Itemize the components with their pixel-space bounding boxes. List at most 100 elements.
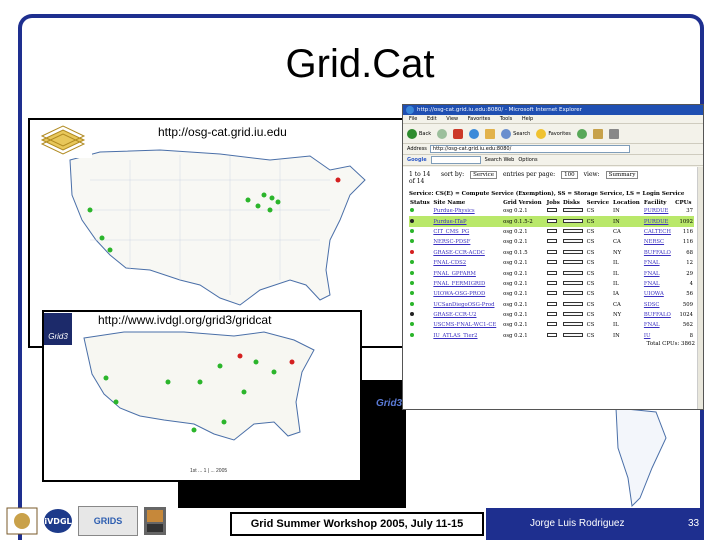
forward-button[interactable] <box>437 128 448 139</box>
site-link[interactable]: UIOWA-OSG-PROD <box>433 291 485 297</box>
site-row[interactable]: GRASE-CCR-U2 osg 0.2.1 CS NY BUFFALO 1024 <box>409 310 694 320</box>
site-link[interactable]: UCSanDiegoOSG-Prod <box>433 302 494 308</box>
col-service[interactable]: Service <box>586 200 612 206</box>
disks-indicator <box>563 260 583 265</box>
site-row[interactable]: CIT_CMS_PG osg 0.2.1 CS CA CALTECH 116 <box>409 227 694 237</box>
site-link[interactable]: FNAL-CDS2 <box>433 260 466 266</box>
facility-link[interactable]: PURDUE <box>644 219 669 225</box>
col-grid-version[interactable]: Grid Version <box>502 200 546 206</box>
menu-view[interactable]: View <box>446 116 458 122</box>
col-jobs[interactable]: Jobs <box>546 200 562 206</box>
favorites-button[interactable]: Favorites <box>536 128 571 139</box>
print-button[interactable] <box>608 128 619 139</box>
site-row[interactable]: Purdue-Physics osg 0.2.1 CS IN PURDUE 37 <box>409 206 694 216</box>
cpus-cell: 56 <box>674 289 694 299</box>
site-link[interactable]: GRASE-CCR-U2 <box>433 312 476 318</box>
site-link[interactable]: Purdue-ITaP <box>433 219 466 225</box>
status-cell <box>409 248 432 258</box>
site-row[interactable]: UCSanDiegoOSG-Prod osg 0.2.1 CS CA SDSC 509 <box>409 300 694 310</box>
col-location[interactable]: Location <box>612 200 643 206</box>
facility-link[interactable]: BUFFALO <box>644 312 671 318</box>
facility-link[interactable]: BUFFALO <box>644 250 671 256</box>
cpus-cell-text: 8 <box>689 332 693 339</box>
google-label: Google <box>407 157 427 163</box>
facility-link[interactable]: FNAL <box>644 260 660 266</box>
site-row[interactable]: GRASE-CCR-ACDC osg 0.1.5 CS NY BUFFALO 68 <box>409 248 694 258</box>
location-cell-text: CA <box>613 301 621 308</box>
refresh-button[interactable] <box>469 128 480 139</box>
disks-cell <box>562 310 586 320</box>
disks-indicator <box>563 208 583 213</box>
menu-favorites[interactable]: Favorites <box>468 116 491 122</box>
site-link[interactable]: FNAL_GPFARM <box>433 271 476 277</box>
search-button[interactable]: Search <box>501 128 530 139</box>
site-link[interactable]: IU_ATLAS_Tier2 <box>433 333 477 339</box>
jobs-indicator <box>546 280 557 285</box>
site-link[interactable]: GRASE-CCR-ACDC <box>433 250 485 256</box>
address-input[interactable]: http://osg-cat.grid.iu.edu:8080/ <box>429 145 630 153</box>
facility-link[interactable]: PURDUE <box>644 208 669 214</box>
site-row[interactable]: FNAL_GPFARM osg 0.2.1 CS IL FNAL 29 <box>409 268 694 278</box>
site-row[interactable]: Purdue-ITaP osg 0.1.5-2 CS IN PURDUE 1092 <box>409 216 694 227</box>
options-button[interactable]: Options <box>518 157 537 163</box>
history-icon <box>576 128 587 139</box>
facility-link[interactable]: NERSC <box>644 239 664 245</box>
disks-cell <box>562 300 586 310</box>
site-row[interactable]: UIOWA-OSG-PROD osg 0.2.1 CS IA UIOWA 56 <box>409 289 694 299</box>
menu-file[interactable]: File <box>409 116 417 122</box>
facility-link[interactable]: SDSC <box>644 302 660 308</box>
service-cell: CS <box>586 206 612 216</box>
page-scrollbar[interactable] <box>697 167 703 409</box>
mail-button[interactable] <box>592 128 603 139</box>
site-link[interactable]: FNAL_FERMIGRID <box>433 281 485 287</box>
site-name-cell: Purdue-Physics <box>432 206 502 216</box>
browser-menubar: File Edit View Favorites Tools Help <box>403 115 703 124</box>
site-row[interactable]: NERSC-PDSF osg 0.2.1 CS CA NERSC 116 <box>409 237 694 247</box>
facility-link[interactable]: CALTECH <box>644 229 671 235</box>
disks-cell <box>562 289 586 299</box>
per-page-select[interactable]: 100 <box>561 171 578 179</box>
facility-cell: PURDUE <box>643 206 674 216</box>
menu-tools[interactable]: Tools <box>500 116 512 122</box>
service-cell: CS <box>586 289 612 299</box>
facility-link[interactable]: FNAL <box>644 322 660 328</box>
site-row[interactable]: IU_ATLAS_Tier2 osg 0.2.1 CS IN IU 8 <box>409 331 694 341</box>
site-link[interactable]: Purdue-Physics <box>433 208 474 214</box>
location-cell-text: IL <box>613 270 619 277</box>
facility-link[interactable]: IU <box>644 333 651 339</box>
menu-edit[interactable]: Edit <box>427 116 437 122</box>
site-row[interactable]: FNAL_FERMIGRID osg 0.2.1 CS IL FNAL 4 <box>409 279 694 289</box>
facility-link[interactable]: FNAL <box>644 281 660 287</box>
back-arrow-icon <box>407 128 417 139</box>
grid-version-cell-text: osg 0.2.1 <box>503 332 528 339</box>
facility-link[interactable]: FNAL <box>644 271 660 277</box>
site-link[interactable]: CIT_CMS_PG <box>433 229 469 235</box>
grid-version-cell-text: osg 0.2.1 <box>503 228 528 235</box>
stop-button[interactable] <box>453 128 464 139</box>
google-search-input[interactable] <box>430 156 481 164</box>
col-status[interactable]: Status <box>409 200 432 206</box>
jobs-indicator <box>546 312 557 317</box>
view-select[interactable]: Summary <box>605 171 639 179</box>
facility-cell: SDSC <box>643 300 674 310</box>
mail-icon <box>592 128 603 139</box>
cpus-cell: 116 <box>674 237 694 247</box>
sort-select[interactable]: Service <box>470 171 497 179</box>
site-link[interactable]: USCMS-FNAL-WC1-CE <box>433 322 496 328</box>
osg-cat-url[interactable]: http://osg-cat.grid.iu.edu <box>158 125 287 139</box>
search-web-button[interactable]: Search Web <box>485 157 515 163</box>
col-cpus[interactable]: CPUs <box>674 200 694 206</box>
history-button[interactable] <box>576 128 587 139</box>
ivdgl-gridcat-url[interactable]: http://www.ivdgl.org/grid3/gridcat <box>98 313 271 327</box>
home-button[interactable] <box>485 128 496 139</box>
facility-link[interactable]: UIOWA <box>644 291 664 297</box>
sites-table: Status Site Name Grid Version Jobs Disks… <box>409 200 694 341</box>
site-row[interactable]: FNAL-CDS2 osg 0.2.1 CS IL FNAL 12 <box>409 258 694 268</box>
back-button[interactable]: Back <box>407 128 431 139</box>
site-link[interactable]: NERSC-PDSF <box>433 239 470 245</box>
jobs-cell <box>546 331 562 341</box>
grid3-map <box>42 310 362 482</box>
site-row[interactable]: USCMS-FNAL-WC1-CE osg 0.2.1 CS IL FNAL 562 <box>409 320 694 330</box>
disks-cell <box>562 331 586 341</box>
menu-help[interactable]: Help <box>522 116 533 122</box>
